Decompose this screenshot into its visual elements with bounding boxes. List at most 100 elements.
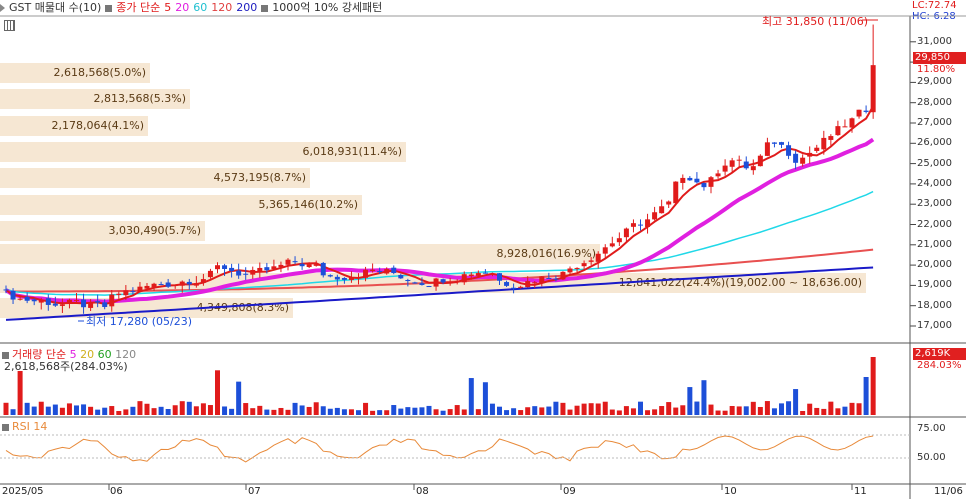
candle-body bbox=[24, 296, 30, 301]
candle-body bbox=[377, 271, 383, 273]
candle-body bbox=[348, 277, 354, 280]
date-label-4: 09 bbox=[563, 486, 576, 497]
candle-body bbox=[257, 267, 263, 272]
ma120-line bbox=[6, 248, 874, 293]
volume-bar bbox=[870, 357, 876, 415]
candle-body bbox=[193, 283, 199, 286]
candle-body bbox=[363, 269, 369, 278]
candle-body bbox=[116, 293, 122, 295]
candle-body bbox=[419, 283, 425, 285]
volume-bar bbox=[652, 409, 658, 415]
candle-body bbox=[384, 268, 390, 274]
checkbox-icon[interactable] bbox=[2, 423, 9, 431]
candle-body bbox=[454, 280, 460, 283]
price-axis-label: 20,000 bbox=[917, 259, 952, 271]
volume-bar bbox=[3, 402, 9, 415]
volume-bar bbox=[348, 409, 354, 415]
date-label-2: 07 bbox=[248, 486, 261, 497]
candle-body bbox=[102, 302, 108, 307]
candle-body bbox=[341, 278, 347, 280]
volume-bar bbox=[736, 406, 742, 415]
candle-body bbox=[38, 300, 44, 303]
volume-bar bbox=[750, 401, 756, 415]
candle-body bbox=[31, 299, 37, 302]
volume-bar bbox=[461, 409, 467, 415]
high-annotation: 최고 31,850 (11/06) bbox=[762, 15, 869, 28]
candle-body bbox=[137, 286, 143, 292]
volume-bar bbox=[285, 409, 291, 415]
volume-bar bbox=[532, 406, 538, 415]
candle-body bbox=[588, 260, 594, 262]
volume-bar bbox=[10, 409, 16, 415]
candle-body bbox=[327, 275, 333, 277]
candle-body bbox=[3, 289, 9, 291]
volume-bar bbox=[807, 403, 813, 415]
volume-bar bbox=[828, 401, 834, 415]
price-chart[interactable] bbox=[0, 0, 966, 499]
volume-bar bbox=[673, 407, 679, 415]
volume-bar bbox=[504, 410, 510, 415]
volume-bar bbox=[482, 382, 488, 415]
candle-body bbox=[680, 177, 686, 183]
volume-bar bbox=[800, 410, 806, 415]
date-label-5: 10 bbox=[724, 486, 737, 497]
candle-body bbox=[88, 302, 94, 308]
price-axis-label: 19,000 bbox=[917, 279, 952, 291]
candle-body bbox=[729, 160, 735, 167]
candle-body bbox=[736, 159, 742, 161]
volume-bar bbox=[715, 410, 721, 415]
candle-body bbox=[842, 126, 848, 128]
volume-bar bbox=[17, 371, 23, 415]
candle-body bbox=[489, 273, 495, 275]
candle-body bbox=[482, 272, 488, 274]
volume-bar bbox=[377, 410, 383, 415]
volume-bar bbox=[363, 402, 369, 415]
volume-bar bbox=[207, 405, 213, 415]
rsi-legend: RSI 14 bbox=[2, 420, 47, 433]
volume-bar bbox=[320, 406, 326, 415]
candle-body bbox=[659, 206, 665, 214]
candle-body bbox=[405, 280, 411, 282]
candle-body bbox=[835, 126, 841, 136]
candle-body bbox=[158, 284, 164, 286]
volume-bar bbox=[680, 405, 686, 415]
candle-body bbox=[412, 282, 418, 284]
volume-bar bbox=[666, 402, 672, 415]
volume-bar bbox=[137, 401, 143, 415]
volume-bar bbox=[694, 401, 700, 415]
candle-body bbox=[81, 299, 87, 308]
volume-bar bbox=[687, 387, 693, 415]
volume-bar bbox=[659, 406, 665, 415]
candle-body bbox=[553, 278, 559, 280]
volume-bar bbox=[518, 410, 524, 415]
volume-bar bbox=[475, 409, 481, 415]
volume-bar bbox=[525, 407, 531, 415]
candle-body bbox=[581, 263, 587, 267]
volume-bar bbox=[412, 407, 418, 415]
candle-body bbox=[250, 269, 256, 275]
volume-bar bbox=[384, 410, 390, 415]
volume-bar bbox=[179, 401, 185, 415]
candle-body bbox=[271, 266, 277, 270]
volume-bar bbox=[165, 408, 171, 415]
candle-body bbox=[10, 290, 16, 300]
volume-bar bbox=[553, 401, 559, 415]
candle-body bbox=[807, 152, 813, 157]
candle-body bbox=[645, 219, 651, 227]
price-axis-label: 27,000 bbox=[917, 117, 952, 128]
volume-bar bbox=[729, 406, 735, 415]
candle-body bbox=[750, 166, 756, 171]
volume-bar bbox=[447, 409, 453, 415]
volume-bar bbox=[793, 389, 799, 415]
volume-bar bbox=[222, 406, 228, 415]
candle-body bbox=[525, 281, 531, 288]
volume-bar bbox=[821, 408, 827, 415]
price-axis-label: 29,000 bbox=[917, 76, 952, 88]
candle-body bbox=[623, 228, 629, 238]
candle-body bbox=[771, 142, 777, 144]
volume-bar bbox=[200, 403, 206, 415]
candle-body bbox=[567, 268, 573, 273]
date-label-7: 11/06 bbox=[934, 486, 963, 497]
volume-bar bbox=[116, 410, 122, 415]
price-axis-label: 17,000 bbox=[917, 320, 952, 331]
